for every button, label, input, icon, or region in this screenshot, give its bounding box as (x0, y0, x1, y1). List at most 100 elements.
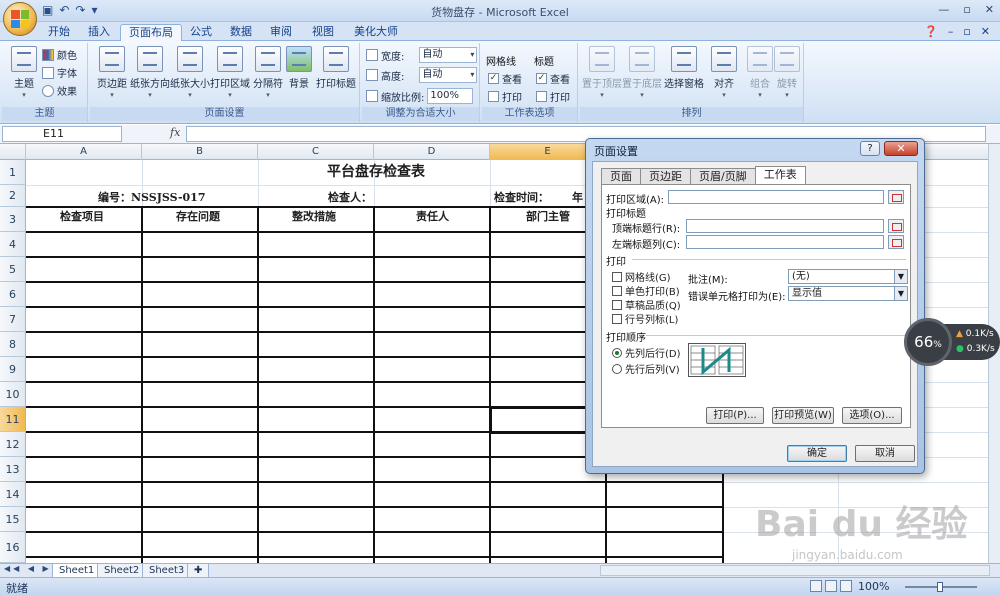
header-check-item[interactable]: 检查项目 (60, 208, 104, 224)
headings-print-checkbox[interactable]: 打印 (536, 89, 570, 104)
black-white-checkbox[interactable]: 单色打印(B) (612, 283, 680, 298)
sheet-tab-3[interactable]: Sheet3 (142, 564, 192, 578)
dialog-close-button[interactable]: ✕ (884, 141, 918, 156)
row-header-15[interactable]: 15 (0, 507, 26, 532)
print-area-button[interactable]: 打印区域 ▾ (210, 46, 250, 99)
row-header-14[interactable]: 14 (0, 482, 26, 507)
gridlines-print-checkbox[interactable]: 打印 (488, 89, 522, 104)
theme-effects-button[interactable]: 效果 (42, 83, 77, 98)
rotate-button[interactable]: 旋转 ▾ (772, 46, 802, 99)
paper-size-button[interactable]: 纸张大小 ▾ (170, 46, 210, 99)
left-cols-ref-icon[interactable] (888, 235, 904, 249)
zoom-level[interactable]: 100% (858, 580, 889, 593)
theme-colors-button[interactable]: 颜色 (42, 47, 77, 62)
close-button[interactable]: ✕ (985, 3, 994, 16)
left-cols-input[interactable] (686, 235, 884, 249)
tab-formulas[interactable]: 公式 (182, 24, 220, 41)
row-header-9[interactable]: 9 (0, 357, 26, 382)
help-icon[interactable]: ❓ (924, 25, 938, 38)
row-header-1[interactable]: 1 (0, 160, 26, 185)
down-then-over-radio[interactable]: 先列后行(D) (612, 345, 681, 360)
bring-to-front-button[interactable]: 置于顶层 ▾ (582, 46, 622, 99)
headings-view-checkbox[interactable]: ✓ 查看 (536, 71, 570, 86)
row-header-10[interactable]: 10 (0, 382, 26, 407)
inspection-time-label[interactable]: 检查时间： (494, 189, 549, 205)
column-header-c[interactable]: C (258, 144, 374, 160)
ribbon-restore-icon[interactable]: ▫ (963, 25, 970, 38)
column-header-b[interactable]: B (142, 144, 258, 160)
row-header-12[interactable]: 12 (0, 432, 26, 457)
sheet-tab-2[interactable]: Sheet2 (97, 564, 147, 578)
row-header-3[interactable]: 3 (0, 207, 26, 232)
page-break-view-icon[interactable] (840, 580, 852, 592)
header-corrective-actions[interactable]: 整改措施 (292, 208, 336, 224)
selection-pane-button[interactable]: 选择窗格 (664, 46, 704, 90)
print-titles-button[interactable]: 打印标题 (316, 46, 356, 90)
name-box[interactable]: E11 (2, 126, 122, 142)
column-header-a[interactable]: A (26, 144, 142, 160)
ribbon-close-icon[interactable]: ✕ (981, 25, 990, 38)
zoom-slider[interactable] (905, 582, 977, 592)
fx-icon[interactable]: fx (124, 126, 184, 142)
row-header-4[interactable]: 4 (0, 232, 26, 257)
zoom-thumb[interactable] (937, 582, 943, 592)
options-button[interactable]: 选项(O)... (842, 407, 902, 424)
dialog-tab-sheet[interactable]: 工作表 (754, 166, 806, 184)
page-layout-view-icon[interactable] (825, 580, 837, 592)
over-then-down-radio[interactable]: 先行后列(V) (612, 361, 680, 376)
dialog-tab-margins[interactable]: 页边距 (640, 168, 691, 184)
row-header-5[interactable]: 5 (0, 257, 26, 282)
header-dept-manager[interactable]: 部门主管 (526, 208, 570, 224)
header-problems[interactable]: 存在问题 (176, 208, 220, 224)
insert-sheet-icon[interactable]: ✚ (187, 564, 210, 578)
gridlines-checkbox[interactable]: 网格线(G) (612, 269, 671, 284)
network-speed-widget[interactable]: ▲ 0.1K/s ● 0.3K/s 66% (904, 318, 1000, 366)
cancel-button[interactable]: 取消 (855, 445, 915, 462)
orientation-button[interactable]: 纸张方向 ▾ (130, 46, 170, 99)
print-preview-button[interactable]: 打印预览(W) (772, 407, 834, 424)
tab-data[interactable]: 数据 (222, 24, 260, 41)
horizontal-scrollbar[interactable] (600, 565, 990, 576)
print-button[interactable]: 打印(P)... (706, 407, 764, 424)
align-button[interactable]: 对齐 ▾ (704, 46, 744, 99)
sheet-tab-1[interactable]: Sheet1 (52, 564, 102, 578)
send-to-back-button[interactable]: 置于底层 ▾ (622, 46, 662, 99)
top-rows-input[interactable] (686, 219, 884, 233)
year-label[interactable]: 年 (572, 189, 583, 205)
row-header-7[interactable]: 7 (0, 307, 26, 332)
doc-number[interactable]: 编号：NSSJSS-017 (98, 189, 205, 205)
inspector-label[interactable]: 检查人： (328, 189, 372, 205)
row-header-2[interactable]: 2 (0, 185, 26, 207)
row-header-11[interactable]: 11 (0, 407, 26, 432)
dialog-help-button[interactable]: ? (860, 141, 880, 156)
margins-button[interactable]: 页边距 ▾ (92, 46, 132, 99)
tab-beautify[interactable]: 美化大师 (346, 24, 406, 41)
office-button[interactable] (3, 2, 37, 36)
row-header-13[interactable]: 13 (0, 457, 26, 482)
row-header-8[interactable]: 8 (0, 332, 26, 357)
print-area-ref-icon[interactable] (888, 190, 904, 204)
theme-fonts-button[interactable]: 字体 (42, 65, 77, 80)
errors-select[interactable]: 显示值 ▼ (788, 286, 908, 301)
row-header-6[interactable]: 6 (0, 282, 26, 307)
background-button[interactable]: 背景 (282, 46, 316, 90)
column-header-d[interactable]: D (374, 144, 490, 160)
width-combo[interactable]: 自动 (419, 47, 478, 63)
tab-review[interactable]: 审阅 (262, 24, 300, 41)
top-rows-ref-icon[interactable] (888, 219, 904, 233)
row-header-16[interactable]: 16 (0, 532, 26, 563)
height-combo[interactable]: 自动 (419, 67, 478, 83)
gridlines-view-checkbox[interactable]: ✓ 查看 (488, 71, 522, 86)
normal-view-icon[interactable] (810, 580, 822, 592)
tab-page-layout[interactable]: 页面布局 (120, 24, 182, 41)
select-all-corner[interactable] (0, 144, 26, 160)
tab-view[interactable]: 视图 (304, 24, 342, 41)
zoom-spinner[interactable]: 100% (427, 88, 474, 104)
dialog-tab-header-footer[interactable]: 页眉/页脚 (690, 168, 756, 184)
print-area-input[interactable] (668, 190, 884, 204)
dialog-tab-page[interactable]: 页面 (601, 168, 641, 184)
maximize-button[interactable]: ▫ (963, 3, 970, 16)
tab-home[interactable]: 开始 (40, 24, 78, 41)
row-col-headings-checkbox[interactable]: 行号列标(L) (612, 311, 678, 326)
ok-button[interactable]: 确定 (787, 445, 847, 462)
